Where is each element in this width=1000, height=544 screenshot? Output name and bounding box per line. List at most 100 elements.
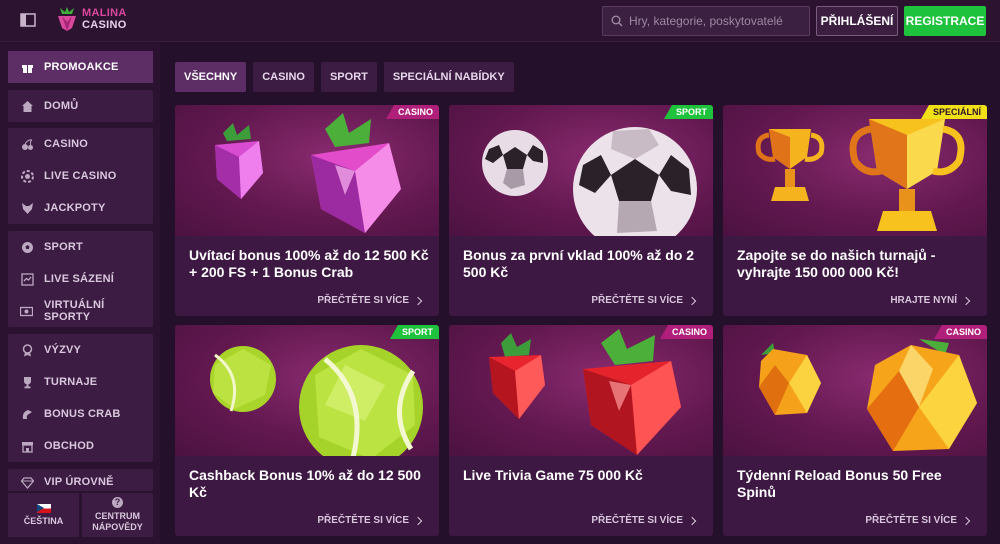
promo-title: Cashback Bonus 10% až do 12 500 Kč	[189, 467, 421, 500]
sidebar-item-sport[interactable]: SPORT	[8, 231, 153, 263]
cherries-icon	[20, 137, 34, 151]
read-more-label: PŘEČTĚTE SI VÍCE	[317, 515, 409, 526]
promo-title: Týdenní Reload Bonus 50 Free Spinů	[737, 467, 942, 500]
wolf-icon	[20, 201, 34, 215]
logo-line-2: CASINO	[82, 19, 127, 31]
sidebar-group-sport: SPORT LIVE SÁZENÍ VIRTUÁLNÍ SPORTY	[8, 231, 153, 327]
virtual-sports-icon	[20, 304, 34, 318]
trophy-icon	[20, 375, 34, 389]
category-badge: CASINO	[385, 105, 439, 119]
sidebar-item-jackpoty[interactable]: JACKPOTY	[8, 192, 153, 224]
promo-title: Zapojte se do našich turnajů - vyhrajte …	[737, 247, 936, 280]
diamond-icon	[20, 475, 34, 489]
promo-card[interactable]: CASINO Týdenní Reload Bonus 50 Free Spin…	[723, 325, 987, 536]
read-more-link[interactable]: PŘEČTĚTE SI VÍCE	[591, 515, 697, 526]
chevron-right-icon	[687, 296, 697, 305]
promo-title: Uvítací bonus 100% až do 12 500 Kč + 200…	[189, 247, 429, 280]
tab-sport[interactable]: SPORT	[320, 62, 377, 92]
language-selector[interactable]: ČEŠTINA	[8, 493, 79, 537]
language-label: ČEŠTINA	[23, 515, 64, 526]
top-bar: MALINA CASINO PŘIHLÁŠENÍ REGISTRACE	[0, 0, 1000, 42]
raspberry-image	[175, 105, 439, 236]
strawberry-image	[449, 325, 713, 456]
sidebar-group-promo: PROMOAKCE	[8, 51, 153, 83]
promo-card[interactable]: SPECIÁLNÍ Zapojte se do našich turnajů -…	[723, 105, 987, 316]
sidebar-item-label: JACKPOTY	[44, 202, 106, 214]
help-label-line-2: NÁPOVĚDY	[92, 522, 143, 532]
sidebar-group-rewards: VÝZVY TURNAJE BONUS CRAB OBCHOD	[8, 334, 153, 462]
raspberry-logo-icon	[58, 7, 76, 31]
sidebar-item-label: VIRTUÁLNÍ SPORTY	[43, 299, 105, 323]
search-box[interactable]	[602, 6, 810, 36]
register-button[interactable]: REGISTRACE	[904, 6, 986, 36]
category-badge: SPECIÁLNÍ	[920, 105, 987, 119]
tab-casino[interactable]: CASINO	[253, 62, 314, 92]
help-label-line-1: CENTRUM	[95, 511, 140, 521]
chevron-right-icon	[961, 516, 971, 525]
sidebar-item-vip-urovne[interactable]: VIP ÚROVNĚ	[8, 469, 153, 491]
chip-icon	[20, 169, 34, 183]
sidebar-item-live-casino[interactable]: LIVE CASINO	[8, 160, 153, 192]
logo[interactable]: MALINA CASINO	[56, 6, 127, 32]
read-more-link[interactable]: PŘEČTĚTE SI VÍCE	[317, 515, 423, 526]
search-input[interactable]	[629, 14, 799, 28]
shop-icon	[20, 439, 34, 453]
sidebar-toggle-icon[interactable]	[20, 12, 36, 28]
sidebar-item-obchod[interactable]: OBCHOD	[8, 430, 153, 462]
sidebar-item-label: BONUS CRAB	[44, 408, 121, 420]
login-button[interactable]: PŘIHLÁŠENÍ	[816, 6, 898, 36]
read-more-link[interactable]: PŘEČTĚTE SI VÍCE	[865, 515, 971, 526]
sidebar-item-label: DOMŮ	[44, 100, 79, 112]
sidebar-group-casino: CASINO LIVE CASINO JACKPOTY	[8, 128, 153, 224]
play-now-label: HRAJTE NYNÍ	[890, 295, 957, 306]
promo-card[interactable]: CASINO Live Trivia Game 75 000 Kč PŘEČTĚ…	[449, 325, 713, 536]
sidebar-item-virtualni-sporty[interactable]: VIRTUÁLNÍ SPORTY	[8, 295, 153, 327]
home-icon	[20, 99, 34, 113]
help-center-button[interactable]: ? CENTRUM NÁPOVĚDY	[82, 493, 153, 537]
read-more-link[interactable]: PŘEČTĚTE SI VÍCE	[591, 295, 697, 306]
sidebar-item-vyzvy[interactable]: VÝZVY	[8, 334, 153, 366]
live-betting-icon	[20, 272, 34, 286]
chevron-right-icon	[413, 296, 423, 305]
sidebar-item-label: CASINO	[44, 138, 88, 150]
chevron-right-icon	[413, 516, 423, 525]
logo-line-1: MALINA	[82, 7, 127, 19]
tab-specialni-nabidky[interactable]: SPECIÁLNÍ NABÍDKY	[383, 62, 514, 92]
read-more-label: PŘEČTĚTE SI VÍCE	[591, 515, 683, 526]
sidebar-item-domu[interactable]: DOMŮ	[8, 90, 153, 122]
soccer-ball-image	[449, 105, 713, 236]
sidebar: PROMOAKCE DOMŮ CASINO LIVE CASINO JACKPO…	[0, 43, 160, 544]
chevron-right-icon	[687, 516, 697, 525]
soccer-ball-icon	[20, 240, 34, 254]
read-more-link[interactable]: PŘEČTĚTE SI VÍCE	[317, 295, 423, 306]
sidebar-item-label: OBCHOD	[44, 440, 95, 452]
promo-card[interactable]: SPORT Bonus za první vklad 100% až do 2 …	[449, 105, 713, 316]
promo-title: Live Trivia Game 75 000 Kč	[463, 467, 643, 483]
tab-vsechny[interactable]: VŠECHNY	[175, 62, 247, 92]
play-now-link[interactable]: HRAJTE NYNÍ	[890, 295, 971, 306]
sidebar-item-label: PROMOAKCE	[44, 61, 119, 73]
sidebar-item-label: VIP ÚROVNĚ	[44, 476, 114, 488]
chevron-right-icon	[961, 296, 971, 305]
promo-filter-tabs: VŠECHNY CASINO SPORT SPECIÁLNÍ NABÍDKY	[175, 62, 514, 92]
sidebar-item-turnaje[interactable]: TURNAJE	[8, 366, 153, 398]
category-badge: SPORT	[663, 105, 713, 119]
sidebar-item-casino[interactable]: CASINO	[8, 128, 153, 160]
sidebar-item-live-sazeni[interactable]: LIVE SÁZENÍ	[8, 263, 153, 295]
promo-title: Bonus za první vklad 100% až do 2 500 Kč	[463, 247, 695, 280]
gift-icon	[20, 60, 34, 74]
help-icon: ?	[112, 497, 123, 508]
claw-icon	[20, 407, 34, 421]
tennis-ball-image	[175, 325, 439, 456]
sidebar-item-label: TURNAJE	[44, 376, 98, 388]
search-icon	[611, 15, 623, 27]
sidebar-item-promoakce[interactable]: PROMOAKCE	[8, 51, 153, 83]
promo-card[interactable]: SPORT Cashback Bonus 10% až do 12 500 Kč…	[175, 325, 439, 536]
promo-card[interactable]: CASINO Uvítací bonus 100% až do 12 500 K…	[175, 105, 439, 316]
sidebar-item-label: SPORT	[44, 241, 83, 253]
category-badge: CASINO	[933, 325, 987, 339]
sidebar-group-vip: VIP ÚROVNĚ	[8, 469, 153, 491]
sidebar-item-bonus-crab[interactable]: BONUS CRAB	[8, 398, 153, 430]
category-badge: SPORT	[389, 325, 439, 339]
lemon-image	[723, 325, 987, 456]
